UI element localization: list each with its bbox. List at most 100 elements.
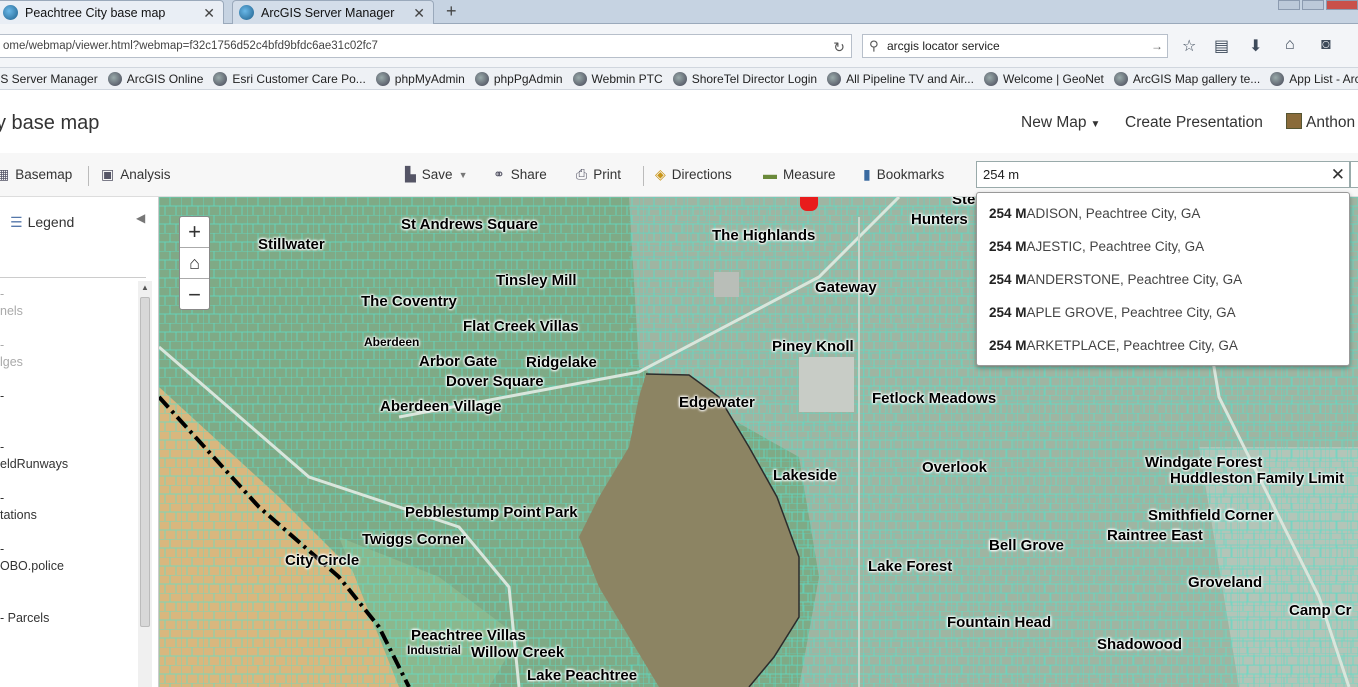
legend-layer-line: - bbox=[0, 389, 5, 403]
zoom-out-button[interactable]: − bbox=[180, 279, 209, 310]
search-go-icon[interactable]: → bbox=[1151, 35, 1163, 57]
tab-peachtree-base-map[interactable]: Peachtree City base map ✕ bbox=[0, 0, 224, 24]
bookmarks-bar: IS Server Manager ArcGIS Online Esri Cus… bbox=[0, 68, 1358, 90]
suggestion-item[interactable]: 254 MAJESTIC, Peachtree City, GA bbox=[977, 229, 1349, 262]
create-presentation-button[interactable]: Create Presentation bbox=[1125, 114, 1263, 132]
divider bbox=[88, 166, 89, 186]
bookmark-item[interactable]: Esri Customer Care Po... bbox=[213, 71, 366, 86]
bookmark-item[interactable]: Webmin PTC bbox=[572, 71, 663, 86]
legend-title: Legend bbox=[27, 214, 75, 230]
suggestion-rest: AJESTIC, Peachtree City, GA bbox=[1026, 239, 1205, 254]
measure-button[interactable]: ▬ Measure bbox=[763, 166, 836, 182]
map-label: Stillwater bbox=[258, 236, 325, 253]
map-label: Lake Forest bbox=[868, 558, 953, 575]
bookmark-item[interactable]: ArcGIS Map gallery te... bbox=[1113, 71, 1261, 86]
user-name[interactable]: Anthon bbox=[1306, 114, 1355, 132]
download-icon[interactable]: ⬇ bbox=[1249, 36, 1262, 56]
clear-search-icon[interactable]: ✕ bbox=[1331, 162, 1345, 187]
globe-icon bbox=[213, 71, 228, 86]
bookmark-item[interactable]: phpPgAdmin bbox=[474, 71, 563, 86]
suggestion-item[interactable]: 254 MAPLE GROVE, Peachtree City, GA bbox=[977, 295, 1349, 328]
directions-button[interactable]: ◈ Directions bbox=[655, 166, 732, 183]
scroll-thumb[interactable] bbox=[140, 297, 150, 627]
bookmarks-button[interactable]: ▮ Bookmarks bbox=[863, 166, 944, 183]
bookmark-item[interactable]: ShoreTel Director Login bbox=[672, 71, 818, 86]
legend-layer: - tations bbox=[0, 490, 37, 524]
share-button[interactable]: ⚭ Share bbox=[493, 166, 547, 183]
elephant-icon bbox=[474, 71, 489, 86]
suggestion-item[interactable]: 254 MADISON, Peachtree City, GA bbox=[977, 196, 1349, 229]
globe-icon bbox=[239, 5, 254, 20]
bookmark-label: ShoreTel Director Login bbox=[691, 71, 818, 86]
legend-layer-line: OBO.police bbox=[0, 559, 64, 573]
print-button[interactable]: ⎙ Print bbox=[576, 166, 621, 183]
tab-arcgis-server-manager[interactable]: ArcGIS Server Manager ✕ bbox=[232, 0, 434, 24]
map-label: Overlook bbox=[922, 459, 988, 476]
avatar[interactable] bbox=[1286, 113, 1302, 129]
map-label: Windgate Forest bbox=[1145, 454, 1263, 471]
legend-panel: ☰ Legend ◀ - nels - lges - - eldRunways - tat… bbox=[0, 197, 159, 687]
close-tab-icon[interactable]: ✕ bbox=[413, 5, 425, 22]
bookmark-item[interactable]: phpMyAdmin bbox=[375, 71, 465, 86]
suggestion-match: 254 M bbox=[989, 305, 1027, 320]
close-window-button[interactable] bbox=[1326, 0, 1358, 10]
map-label: The Highlands bbox=[712, 227, 816, 244]
search-submit-button[interactable] bbox=[1350, 161, 1358, 188]
bookmark-star-icon[interactable]: ☆ bbox=[1182, 36, 1196, 56]
reading-list-icon[interactable]: ▤ bbox=[1214, 36, 1229, 56]
home-icon[interactable]: ⌂ bbox=[1285, 36, 1295, 54]
new-tab-button[interactable]: + bbox=[446, 1, 457, 22]
bookmark-item[interactable]: All Pipeline TV and Air... bbox=[827, 71, 974, 86]
reload-icon[interactable]: ↻ bbox=[833, 36, 845, 58]
zoom-in-button[interactable]: + bbox=[180, 217, 209, 248]
legend-scrollbar[interactable]: ▲ bbox=[138, 281, 152, 687]
map-label: Peachtree Villas bbox=[411, 627, 526, 644]
bookmark-item[interactable]: ArcGIS Online bbox=[107, 71, 203, 86]
suggestion-match: 254 M bbox=[989, 239, 1027, 254]
pocket-icon[interactable]: ◙ bbox=[1321, 36, 1331, 54]
browser-search-input[interactable]: ⚲ arcgis locator service → bbox=[862, 34, 1168, 58]
bookmark-label: ArcGIS Map gallery te... bbox=[1132, 71, 1261, 86]
map-label: Ridgelake bbox=[526, 354, 597, 371]
bookmark-label: App List - ArcGI bbox=[1289, 71, 1358, 86]
browser-tab-bar: Peachtree City base map ✕ ArcGIS Server … bbox=[0, 0, 1358, 24]
directions-label: Directions bbox=[671, 167, 732, 182]
save-button[interactable]: ▙ Save ▼ bbox=[405, 166, 467, 183]
globe-icon bbox=[3, 5, 18, 20]
basemap-button[interactable]: ▦ Basemap bbox=[0, 166, 72, 183]
tab-title: ArcGIS Server Manager bbox=[261, 5, 395, 20]
basemap-icon: ▦ bbox=[0, 166, 10, 182]
tab-title: Peachtree City base map bbox=[25, 5, 166, 20]
bookmark-item[interactable]: App List - ArcGI bbox=[1270, 71, 1358, 86]
maximize-button[interactable] bbox=[1302, 0, 1324, 10]
address-bar[interactable]: ome/webmap/viewer.html?webmap=f32c1756d5… bbox=[0, 34, 852, 58]
map-label: Aberdeen Village bbox=[380, 398, 502, 415]
close-tab-icon[interactable]: ✕ bbox=[203, 5, 215, 22]
save-label: Save bbox=[421, 167, 453, 182]
analysis-icon: ▣ bbox=[101, 166, 115, 182]
suggestion-item[interactable]: 254 MARKETPLACE, Peachtree City, GA bbox=[977, 328, 1349, 361]
location-marker[interactable] bbox=[800, 197, 818, 211]
map-label: Hunters bbox=[911, 211, 968, 228]
map-label: Groveland bbox=[1188, 574, 1263, 591]
map-label: Camp Cr bbox=[1289, 602, 1352, 619]
suggestion-match: 254 M bbox=[989, 338, 1027, 353]
scroll-up-icon[interactable]: ▲ bbox=[141, 283, 149, 292]
suggestion-item[interactable]: 254 MANDERSTONE, Peachtree City, GA bbox=[977, 262, 1349, 295]
print-label: Print bbox=[593, 167, 621, 182]
bookmark-item[interactable]: Welcome | GeoNet bbox=[983, 71, 1104, 86]
analysis-button[interactable]: ▣ Analysis bbox=[101, 166, 171, 183]
search-icon: ⚲ bbox=[869, 38, 879, 53]
map-title: y base map bbox=[0, 112, 100, 134]
php-icon bbox=[375, 71, 390, 86]
home-extent-button[interactable]: ⌂ bbox=[180, 248, 209, 279]
collapse-panel-icon[interactable]: ◀ bbox=[136, 211, 145, 225]
bookmark-item[interactable]: IS Server Manager bbox=[0, 72, 98, 86]
new-map-button[interactable]: New Map ▼ bbox=[1021, 114, 1100, 132]
location-search-input[interactable]: 254 m ✕ bbox=[976, 161, 1350, 188]
legend-header[interactable]: ☰ Legend bbox=[10, 214, 74, 231]
minimize-button[interactable] bbox=[1278, 0, 1300, 10]
divider bbox=[0, 277, 146, 278]
bookmark-label: IS Server Manager bbox=[0, 71, 98, 86]
map-label: Shadowood bbox=[1097, 636, 1182, 653]
